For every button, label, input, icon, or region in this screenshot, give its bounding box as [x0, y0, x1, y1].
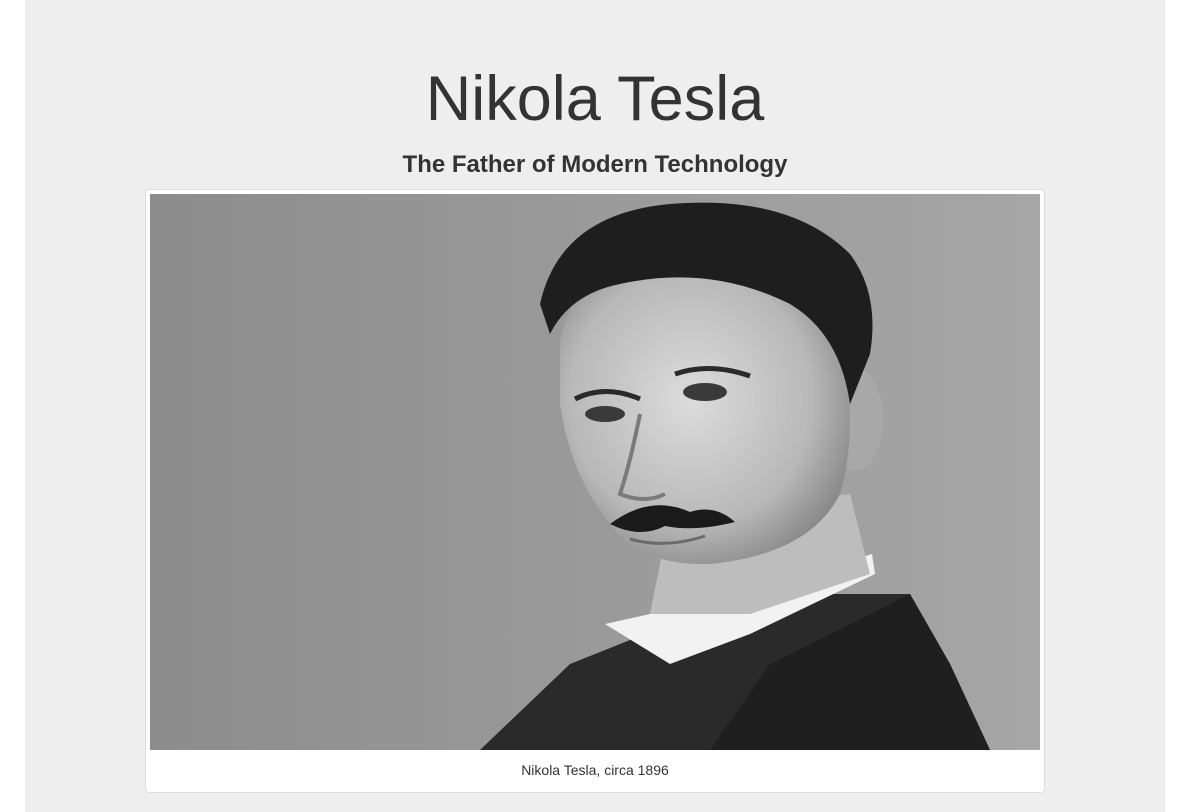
page-title: Nikola Tesla: [425, 64, 765, 134]
image-thumbnail: Nikola Tesla, circa 1896: [145, 189, 1045, 793]
page-subtitle: The Father of Modern Technology: [402, 151, 788, 178]
jumbotron: Nikola Tesla The Father of Modern Techno…: [25, 0, 1165, 812]
image-caption: Nikola Tesla, circa 1896: [521, 762, 669, 778]
tesla-portrait-image: [150, 194, 1040, 750]
portrait-illustration: [150, 194, 1040, 750]
